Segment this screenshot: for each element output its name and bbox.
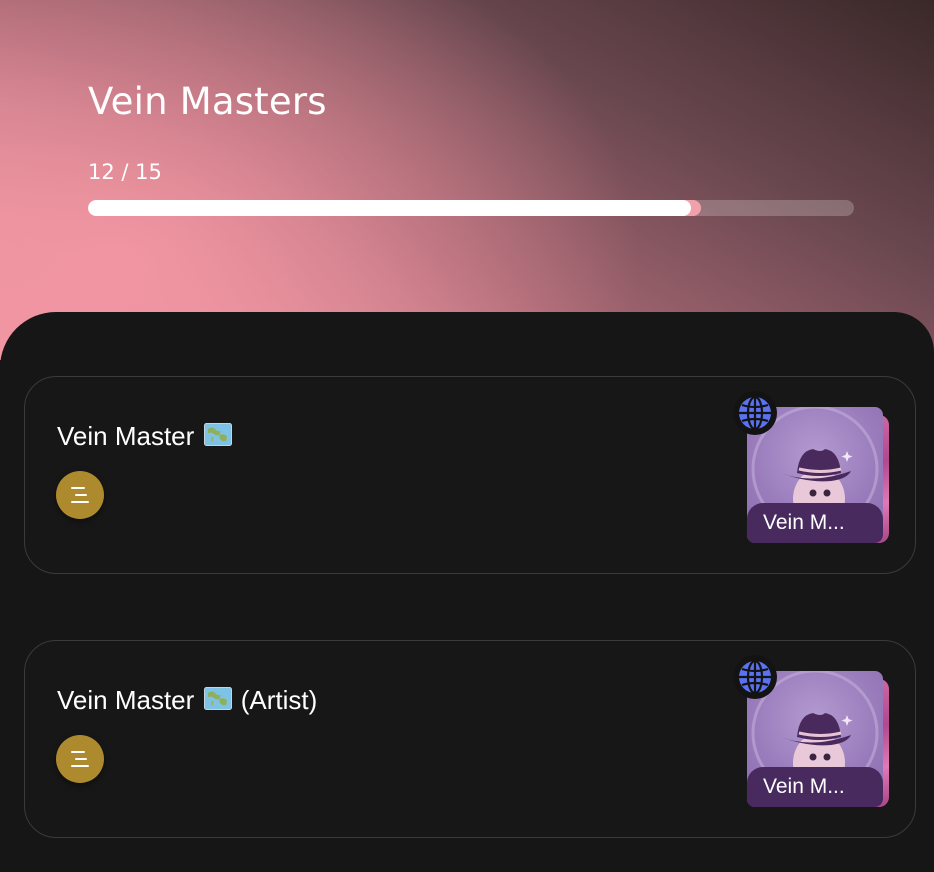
card-title: Vein Master [57, 421, 234, 452]
globe-badge [733, 391, 777, 435]
world-map-emoji-icon [203, 687, 232, 710]
header: Vein Masters 12 / 15 [0, 0, 934, 360]
page-title: Vein Masters [88, 80, 327, 123]
card-title: Vein Master (Artist) [57, 685, 317, 716]
badge-label: Vein M... [747, 767, 883, 807]
list-menu-button[interactable] [56, 735, 104, 783]
globe-icon [739, 659, 771, 695]
progress-bar [88, 200, 854, 216]
badge-preview[interactable]: Vein M... [733, 655, 905, 823]
card-title-suffix: (Artist) [240, 685, 318, 715]
achievement-card[interactable]: Vein Master (Artist) Vein M... [24, 640, 916, 838]
card-title-text: Vein Master [57, 685, 195, 715]
badge-label: Vein M... [747, 503, 883, 543]
badge-preview[interactable]: Vein M... [733, 391, 905, 559]
achievement-card[interactable]: Vein Master Vein M... [24, 376, 916, 574]
world-map-emoji-icon [203, 423, 232, 446]
list-menu-icon [71, 487, 89, 503]
list-menu-button[interactable] [56, 471, 104, 519]
progress-text: 12 / 15 [88, 160, 162, 184]
list-menu-icon [71, 751, 89, 767]
globe-icon [739, 395, 771, 431]
card-title-text: Vein Master [57, 421, 195, 451]
progress-bar-fill [88, 200, 701, 216]
globe-badge [733, 655, 777, 699]
